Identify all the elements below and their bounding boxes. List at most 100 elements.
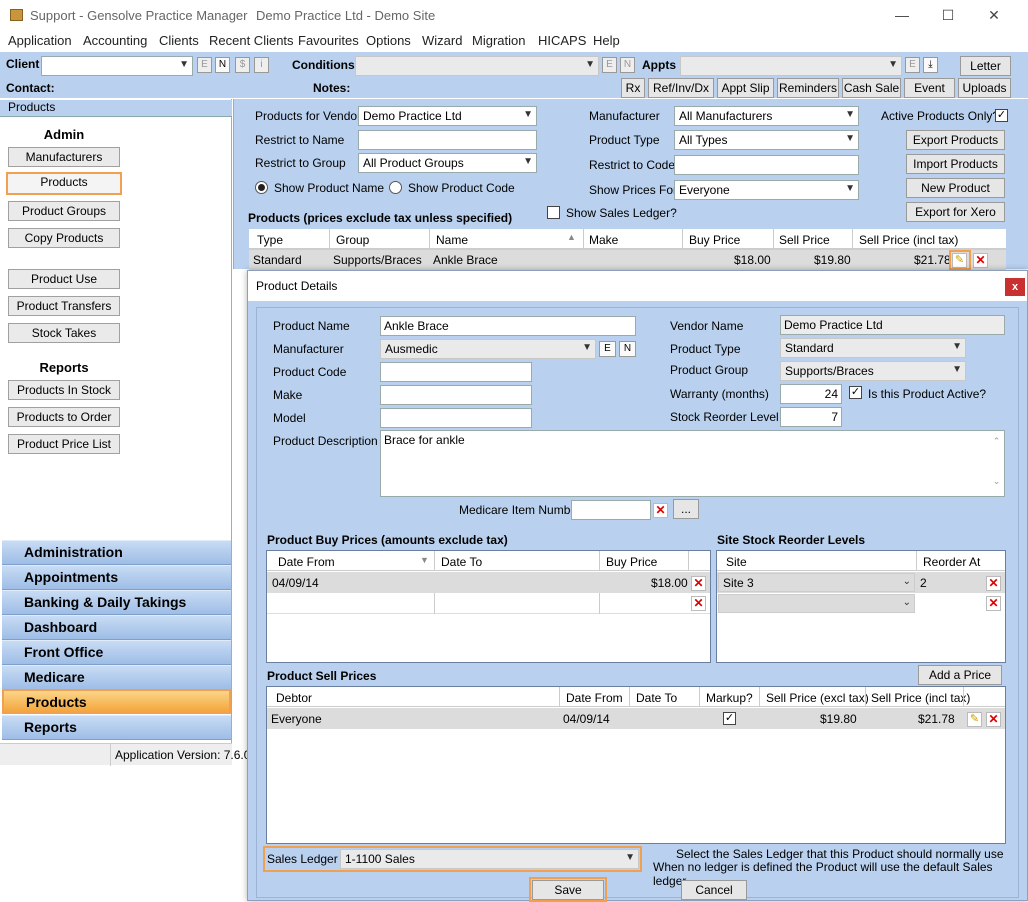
nav-products[interactable]: Products (2, 689, 231, 714)
col-sell-incl[interactable]: Sell Price (incl tax) (871, 691, 970, 705)
col-date-to[interactable]: Date To (441, 555, 482, 569)
save-button[interactable]: Save (532, 880, 604, 900)
cancel-button[interactable]: Cancel (681, 880, 747, 900)
maximize-button[interactable]: ☐ (933, 4, 963, 26)
products-to-order-button[interactable]: Products to Order (8, 407, 120, 427)
make-input[interactable] (380, 385, 532, 405)
nav-administration[interactable]: Administration (2, 540, 231, 565)
medicare-lookup-button[interactable]: ... (673, 499, 699, 519)
event-button[interactable]: Event (904, 78, 955, 98)
conditions-n-button[interactable]: N (620, 57, 635, 73)
product-transfers-button[interactable]: Product Transfers (8, 296, 120, 316)
products-admin-button[interactable]: Products (6, 172, 122, 195)
show-ledger-checkbox[interactable] (547, 206, 560, 219)
appts-download-button[interactable]: ⤓ (923, 57, 938, 73)
manufacturer-combo[interactable]: All Manufacturers ▼ (674, 106, 859, 126)
reminders-button[interactable]: Reminders (777, 78, 839, 98)
manufacturer-combo[interactable]: Ausmedic ▼ (380, 339, 596, 359)
model-input[interactable] (380, 408, 532, 428)
delete-icon[interactable]: ✕ (986, 576, 1001, 591)
product-price-list-button[interactable]: Product Price List (8, 434, 120, 454)
show-code-radio[interactable] (389, 181, 402, 194)
col-make[interactable]: Make (589, 233, 618, 247)
conditions-e-button[interactable]: E (602, 57, 617, 73)
nav-dashboard[interactable]: Dashboard (2, 615, 231, 640)
delete-icon[interactable]: ✕ (986, 596, 1001, 611)
active-only-checkbox[interactable]: ✓ (995, 109, 1008, 122)
product-type-combo[interactable]: Standard ▼ (780, 338, 966, 358)
stock-takes-button[interactable]: Stock Takes (8, 323, 120, 343)
conditions-combo[interactable]: ▼ (355, 56, 599, 76)
col-markup[interactable]: Markup? (706, 691, 753, 705)
product-code-input[interactable] (380, 362, 532, 382)
menu-options[interactable]: Options (366, 33, 411, 48)
col-group[interactable]: Group (336, 233, 369, 247)
table-row[interactable]: 04/09/14 $18.00 ✕ (267, 572, 710, 593)
client-dollar-button[interactable]: $ (235, 57, 250, 73)
copy-products-button[interactable]: Copy Products (8, 228, 120, 248)
client-e-button[interactable]: E (197, 57, 212, 73)
new-product-button[interactable]: New Product (906, 178, 1005, 198)
delete-icon[interactable]: ✕ (691, 596, 706, 611)
col-site[interactable]: Site (726, 555, 747, 569)
client-n-button[interactable]: N (215, 57, 230, 73)
medicare-input[interactable] (571, 500, 651, 520)
close-window-button[interactable]: ✕ (979, 4, 1009, 26)
menu-migration[interactable]: Migration (472, 33, 525, 48)
nav-front-office[interactable]: Front Office (2, 640, 231, 665)
reorder-input[interactable]: 7 (780, 407, 842, 427)
dialog-close-button[interactable]: x (1005, 278, 1025, 296)
delete-icon[interactable]: ✕ (691, 576, 706, 591)
table-row[interactable]: Everyone 04/09/14 ✓ $19.80 $21.78 ✎ ✕ (267, 708, 1005, 729)
restrict-code-input[interactable] (674, 155, 859, 175)
product-use-button[interactable]: Product Use (8, 269, 120, 289)
export-products-button[interactable]: Export Products (906, 130, 1005, 150)
type-combo[interactable]: All Types ▼ (674, 130, 859, 150)
manufacturer-e-button[interactable]: E (599, 341, 616, 357)
menu-accounting[interactable]: Accounting (83, 33, 147, 48)
show-name-radio[interactable] (255, 181, 268, 194)
product-groups-button[interactable]: Product Groups (8, 201, 120, 221)
pencil-icon[interactable]: ✎ (967, 712, 982, 727)
appt-slip-button[interactable]: Appt Slip (717, 78, 774, 98)
minimize-button[interactable]: — (887, 4, 917, 26)
manufacturer-n-button[interactable]: N (619, 341, 636, 357)
medicare-clear-icon[interactable]: ✕ (653, 503, 668, 518)
col-sell-price[interactable]: Sell Price (779, 233, 830, 247)
export-xero-button[interactable]: Export for Xero (906, 202, 1005, 222)
rx-button[interactable]: Rx (621, 78, 645, 98)
col-sell-excl[interactable]: Sell Price (excl tax) (766, 691, 869, 705)
table-row-new[interactable]: ⌄ ✕ (717, 593, 1005, 614)
prices-for-combo[interactable]: Everyone ▼ (674, 180, 859, 200)
vendor-name-input[interactable]: Demo Practice Ltd (780, 315, 1005, 335)
col-buy-price[interactable]: Buy Price (606, 555, 657, 569)
pencil-icon[interactable]: ✎ (952, 253, 967, 268)
client-combo[interactable]: ▼ (41, 56, 193, 76)
warranty-input[interactable]: 24 (780, 384, 842, 404)
col-name[interactable]: Name (436, 233, 468, 247)
description-textarea[interactable]: Brace for ankle (380, 430, 1005, 497)
nav-appointments[interactable]: Appointments (2, 565, 231, 590)
col-buy-price[interactable]: Buy Price (689, 233, 740, 247)
import-products-button[interactable]: Import Products (906, 154, 1005, 174)
description-scrollbar[interactable]: ⌃ ⌄ (989, 431, 1004, 496)
cash-sale-button[interactable]: Cash Sale (842, 78, 901, 98)
delete-icon[interactable]: ✕ (973, 253, 988, 268)
manufacturers-button[interactable]: Manufacturers (8, 147, 120, 167)
menu-recent-clients[interactable]: Recent Clients (209, 33, 294, 48)
delete-icon[interactable]: ✕ (986, 712, 1001, 727)
col-sell-from[interactable]: Date From (566, 691, 623, 705)
menu-application[interactable]: Application (8, 33, 72, 48)
col-type[interactable]: Type (257, 233, 283, 247)
menu-help[interactable]: Help (593, 33, 620, 48)
restrict-name-input[interactable] (358, 130, 537, 150)
appts-combo[interactable]: ▼ (680, 56, 902, 76)
letter-button[interactable]: Letter (960, 56, 1011, 76)
nav-reports[interactable]: Reports (2, 715, 231, 740)
menu-hicaps[interactable]: HICAPS (538, 33, 586, 48)
client-info-button[interactable]: i (254, 57, 269, 73)
table-row-new[interactable]: ✕ (267, 593, 710, 614)
product-group-combo[interactable]: Supports/Braces ▼ (780, 361, 966, 381)
group-combo[interactable]: All Product Groups ▼ (358, 153, 537, 173)
nav-medicare[interactable]: Medicare (2, 665, 231, 690)
